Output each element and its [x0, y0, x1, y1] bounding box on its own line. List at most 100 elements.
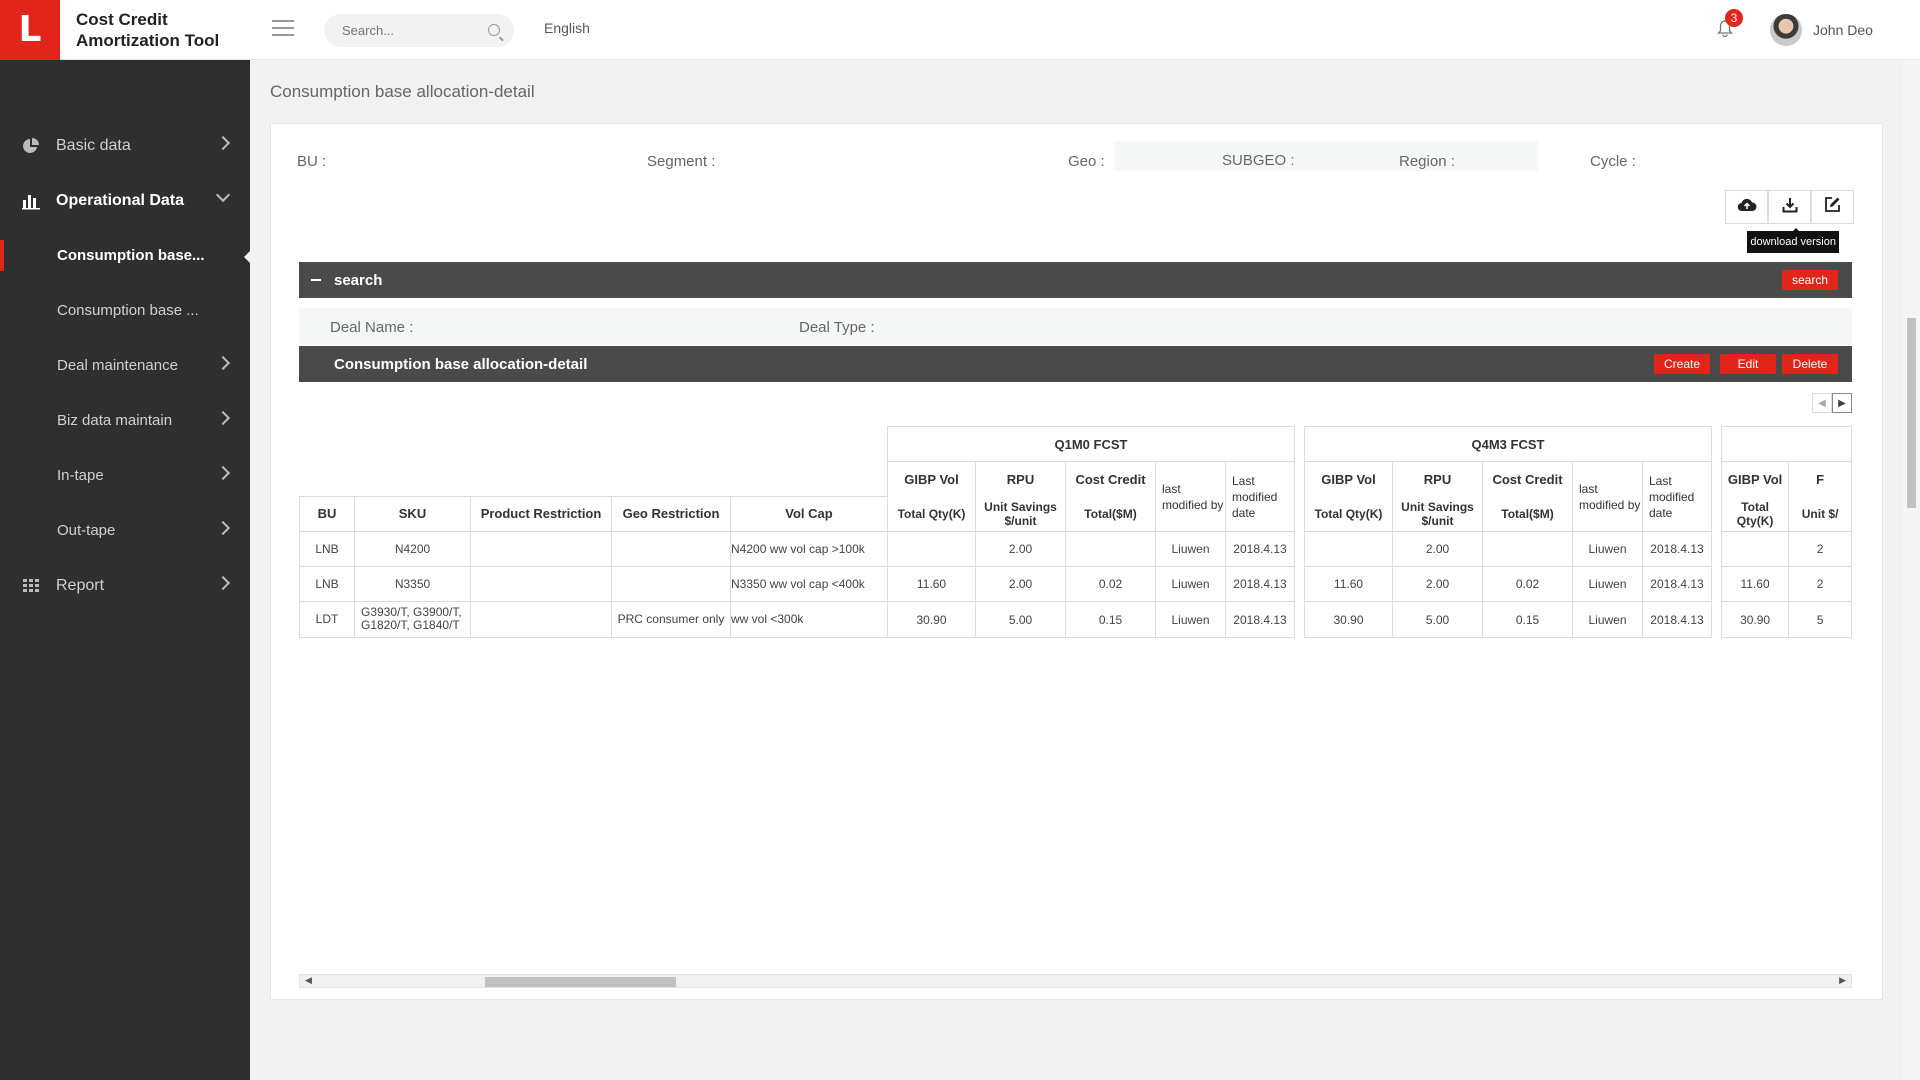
- sidebar-item-out-tape[interactable]: Out-tape: [0, 503, 250, 558]
- vertical-scrollbar[interactable]: [1903, 60, 1920, 1080]
- col-header-top: RPU: [975, 461, 1066, 497]
- sidebar-item-deal-maintenance[interactable]: Deal maintenance: [0, 338, 250, 393]
- col-header-geo-restriction: Geo Restriction: [611, 495, 731, 532]
- cell-value: 11.60: [1304, 566, 1393, 602]
- scroll-right-arrow-icon[interactable]: ▶: [1839, 975, 1846, 986]
- table-row[interactable]: 2.00 Liuwen 2018.4.13: [1304, 531, 1712, 567]
- cell-bu: LDT: [299, 600, 355, 638]
- sidebar-item-label: Biz data maintain: [57, 412, 173, 429]
- cell-value: 30.90: [887, 601, 976, 638]
- sidebar-subitem-consumption-base-2[interactable]: Consumption base ...: [0, 283, 250, 338]
- cell-value: 0.02: [1065, 566, 1156, 602]
- cell-value: [1720, 531, 1790, 567]
- cell-value: 0.15: [1065, 601, 1156, 638]
- detail-panel-title: Consumption base allocation-detail: [334, 356, 588, 373]
- language-selector[interactable]: English: [544, 20, 590, 36]
- sidebar-item-basic-data[interactable]: Basic data: [0, 118, 250, 173]
- hamburger-menu-icon[interactable]: [272, 20, 294, 36]
- table-row[interactable]: 2: [1720, 531, 1852, 567]
- table-row[interactable]: LNB N3350 N3350 ww vol cap <400k: [299, 565, 888, 602]
- table-row[interactable]: 11.60 2: [1720, 566, 1852, 602]
- sidebar-item-report[interactable]: Report: [0, 558, 250, 613]
- column-pager: ◀ ▶: [1812, 393, 1852, 413]
- horizontal-scrollbar[interactable]: ◀ ▶: [299, 974, 1852, 988]
- col-header-top: GIBP Vol: [1304, 461, 1393, 497]
- cell-value: 2.00: [975, 531, 1066, 567]
- sidebar-nav: Basic data Operational Data Consumption …: [0, 118, 251, 613]
- col-header-sub: Total($M): [1065, 496, 1156, 532]
- cell-value: [887, 531, 976, 567]
- edit-version-button[interactable]: [1811, 190, 1854, 224]
- cell-value: Liuwen: [1155, 531, 1226, 567]
- cell-value: 5: [1788, 601, 1852, 638]
- table-row[interactable]: 11.60 2.00 0.02 Liuwen 2018.4.13: [1304, 566, 1712, 602]
- deal-name-label: Deal Name :: [330, 319, 414, 336]
- col-header-sub: Unit $/: [1788, 496, 1852, 532]
- cell-value: 2018.4.13: [1642, 601, 1712, 638]
- cell-prod: [470, 600, 612, 638]
- table-row[interactable]: 30.90 5.00 0.15 Liuwen 2018.4.13: [887, 601, 1295, 638]
- col-header-top: last modified by: [1572, 461, 1643, 532]
- deal-type-label: Deal Type :: [799, 319, 875, 336]
- app-logo: L: [0, 0, 60, 60]
- cell-value: 5.00: [975, 601, 1066, 638]
- table-row[interactable]: 2.00 Liuwen 2018.4.13: [887, 531, 1295, 567]
- horizontal-scroll-thumb[interactable]: [485, 977, 676, 987]
- search-icon[interactable]: [488, 24, 500, 36]
- segment-filter-label: Segment :: [647, 153, 716, 170]
- sidebar-item-in-tape[interactable]: In-tape: [0, 448, 250, 503]
- col-header-top: F: [1788, 461, 1852, 497]
- delete-button[interactable]: Delete: [1782, 354, 1838, 374]
- cell-prod: [470, 565, 612, 602]
- col-header-top: Last modified date: [1225, 461, 1295, 532]
- sidebar-item-operational-data[interactable]: Operational Data: [0, 173, 250, 228]
- notification-badge: 3: [1725, 9, 1743, 27]
- chevron-down-icon: [215, 187, 231, 203]
- sidebar-item-label: Consumption base ...: [57, 302, 199, 319]
- subgeo-filter-label: SUBGEO :: [1222, 152, 1295, 169]
- sidebar-subitem-consumption-base-1[interactable]: Consumption base...: [0, 228, 251, 283]
- sidebar-item-biz-data-maintain[interactable]: Biz data maintain: [0, 393, 250, 448]
- user-name[interactable]: John Deo: [1813, 22, 1873, 38]
- chevron-right-icon: [215, 575, 231, 591]
- col-header-top: Last modified date: [1642, 461, 1712, 532]
- base-table: BU SKU Product Restriction Geo Restricti…: [299, 426, 888, 638]
- sidebar-item-label: Basic data: [56, 136, 131, 154]
- content-card: BU : Segment : Geo : SUBGEO : Region : C…: [270, 123, 1883, 1000]
- upload-button[interactable]: [1725, 190, 1768, 224]
- collapse-icon[interactable]: [311, 279, 321, 281]
- table-row[interactable]: LNB N4200 N4200 ww vol cap >100k: [299, 530, 888, 567]
- cell-value: 0.15: [1482, 601, 1573, 638]
- create-button[interactable]: Create: [1654, 354, 1710, 374]
- cell-value: 2: [1788, 566, 1852, 602]
- page-title: Consumption base allocation-detail: [270, 82, 535, 101]
- cell-value: [1482, 531, 1573, 567]
- cell-value: Liuwen: [1572, 566, 1643, 602]
- top-header: English 3 John Deo: [250, 0, 1920, 60]
- avatar[interactable]: [1770, 14, 1802, 46]
- cycle-filter-label: Cycle :: [1590, 153, 1636, 170]
- cell-sku: G3930/T, G3900/T, G1820/T, G1840/T: [354, 600, 471, 638]
- sidebar-item-label: Consumption base...: [57, 247, 205, 264]
- search-input[interactable]: [342, 14, 482, 47]
- prev-columns-button[interactable]: ◀: [1812, 393, 1832, 413]
- cell-value: 2.00: [1392, 531, 1483, 567]
- sidebar-item-label: Deal maintenance: [57, 357, 178, 374]
- cell-value: Liuwen: [1155, 566, 1226, 602]
- table-row[interactable]: 30.90 5.00 0.15 Liuwen 2018.4.13: [1304, 601, 1712, 638]
- next-columns-button[interactable]: ▶: [1832, 393, 1852, 413]
- pie-chart-icon: [22, 137, 40, 155]
- search-panel-header[interactable]: search search: [299, 262, 1852, 298]
- col-header-top: Cost Credit: [1065, 461, 1156, 497]
- search-button[interactable]: search: [1782, 270, 1838, 290]
- table-row[interactable]: 11.60 2.00 0.02 Liuwen 2018.4.13: [887, 566, 1295, 602]
- grid-icon: [22, 577, 40, 595]
- action-toolbar: [1725, 190, 1854, 224]
- scroll-left-arrow-icon[interactable]: ◀: [305, 975, 312, 986]
- vertical-scroll-thumb[interactable]: [1907, 318, 1916, 508]
- table-row[interactable]: LDT G3930/T, G3900/T, G1820/T, G1840/T PRC…: [299, 600, 888, 638]
- table-row[interactable]: 30.90 5: [1720, 601, 1852, 638]
- geo-filter-label: Geo :: [1068, 153, 1105, 170]
- download-version-button[interactable]: [1768, 190, 1811, 224]
- edit-button[interactable]: Edit: [1720, 354, 1776, 374]
